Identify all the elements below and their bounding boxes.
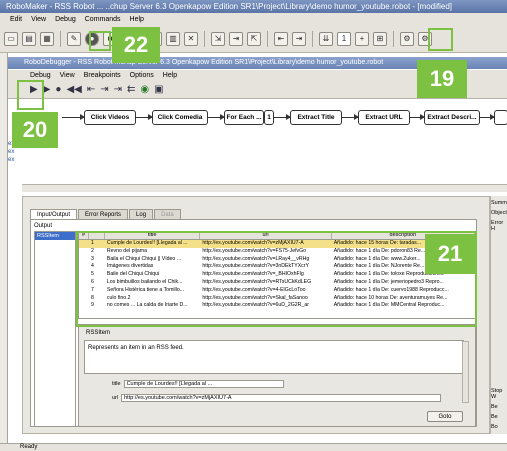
- field-name: url: [112, 395, 119, 401]
- field-row-url: url http://es.youtube.com/watch?v=zMjAXI…: [112, 394, 442, 402]
- right-panel-label: Error H: [491, 220, 504, 232]
- dbg-menu-view[interactable]: View: [60, 72, 75, 79]
- flow-scrollbar[interactable]: [22, 184, 507, 192]
- tab-data[interactable]: Data: [154, 209, 181, 219]
- menu-edit[interactable]: Edit: [10, 16, 22, 23]
- tab-error-reports[interactable]: Error Reports: [78, 209, 129, 219]
- detail-label: RSSItem: [86, 330, 111, 336]
- highlight-box-21: [76, 231, 477, 327]
- flow-step-click-comedia[interactable]: Click Comedia: [152, 110, 208, 125]
- goto-button[interactable]: Goto: [427, 411, 463, 422]
- right-panel-label: Summ: [491, 200, 507, 206]
- left-link[interactable]: ex: [8, 148, 22, 156]
- callout-20: 20: [12, 112, 58, 148]
- output-list-item[interactable]: RSSItem: [35, 232, 75, 240]
- output-tabs: Input/Output Error Reports Log Data: [30, 209, 182, 219]
- flow-step-extract-title[interactable]: Extract Title: [290, 110, 342, 125]
- iteration-field[interactable]: 1: [337, 31, 351, 46]
- menu-debug[interactable]: Debug: [55, 16, 76, 23]
- flow-step-click-videos[interactable]: Click Videos: [84, 110, 136, 125]
- tab-input-output[interactable]: Input/Output: [30, 209, 78, 219]
- flow-arrow: [208, 114, 225, 120]
- globe-icon[interactable]: ◉: [140, 84, 149, 95]
- step-over-icon[interactable]: ⇥: [229, 31, 243, 46]
- main-menubar: Edit View Debug Commands Help: [0, 13, 507, 25]
- paste-icon[interactable]: ▥: [166, 31, 180, 46]
- edit-icon[interactable]: ✎: [67, 31, 81, 46]
- left-strip: [0, 53, 8, 443]
- toolbar-separator: [204, 30, 205, 47]
- next-icon[interactable]: ⇥: [292, 31, 306, 46]
- flow-step-for-each[interactable]: For Each ...: [224, 110, 264, 125]
- flow-arrow: [410, 114, 425, 120]
- step-back-icon[interactable]: ⇤: [87, 84, 95, 95]
- break-icon[interactable]: ⊞: [373, 31, 387, 46]
- toolbar-separator: [312, 30, 313, 47]
- dbg-menu-debug[interactable]: Debug: [30, 72, 51, 79]
- detail-description: Represents an item in an RSS feed.: [84, 340, 464, 374]
- right-panel-checkbox[interactable]: Bo: [491, 424, 507, 430]
- left-link[interactable]: ex: [8, 156, 22, 164]
- dbg-menu-options[interactable]: Options: [130, 72, 154, 79]
- debug-icon[interactable]: ⚙: [400, 31, 414, 46]
- right-panel-checkbox[interactable]: Be: [491, 404, 507, 410]
- output-label: Output: [34, 223, 53, 229]
- flow-arrow: [274, 114, 291, 120]
- status-bar: Ready: [0, 443, 507, 451]
- add-icon[interactable]: +: [355, 31, 369, 46]
- window-title: RoboMaker - RSS Robot ... ..chup Server …: [0, 0, 507, 13]
- open-icon[interactable]: ▤: [22, 31, 36, 46]
- highlight-box-19: [428, 28, 453, 51]
- save-icon[interactable]: ▦: [40, 31, 54, 46]
- flow-step-next[interactable]: [494, 110, 507, 125]
- toolbar-separator: [393, 30, 394, 47]
- rewind-icon[interactable]: ◀◀: [66, 84, 81, 95]
- highlight-box-22: [89, 31, 111, 51]
- menu-view[interactable]: View: [31, 16, 46, 23]
- record-icon[interactable]: ●: [55, 84, 61, 95]
- field-value[interactable]: Cumple de Lourdes!! [Llegada al ...: [123, 380, 284, 388]
- detail-scrollbar[interactable]: [462, 341, 469, 403]
- filter-icon[interactable]: ⇊: [319, 31, 333, 46]
- step-forward-icon[interactable]: ⇥: [114, 84, 122, 95]
- step-out-icon[interactable]: ⇱: [247, 31, 261, 46]
- dbg-menu-help[interactable]: Help: [163, 72, 177, 79]
- step-over-icon[interactable]: ⇥: [100, 84, 108, 95]
- prev-icon[interactable]: ⇤: [274, 31, 288, 46]
- flow-arrow: [62, 114, 85, 120]
- toolbar-separator: [60, 30, 61, 47]
- dbg-menu-breakpoints[interactable]: Breakpoints: [84, 72, 121, 79]
- window-icon[interactable]: ▣: [154, 84, 163, 95]
- right-panel-checkbox[interactable]: Be: [491, 414, 507, 420]
- right-panel: Summ Object Error H Stop W Be Be Bo: [490, 196, 507, 434]
- flow-step-extract-url[interactable]: Extract URL: [358, 110, 410, 125]
- flow-arrow: [136, 114, 153, 120]
- right-panel-label: Object: [491, 210, 507, 216]
- field-value[interactable]: http://es.youtube.com/watch?v=zMjAXIU7-A: [121, 394, 442, 402]
- field-row-title: title Cumple de Lourdes!! [Llegada al ..…: [112, 380, 284, 388]
- right-panel-label: Stop W: [491, 388, 503, 400]
- tab-log[interactable]: Log: [129, 209, 154, 219]
- robot-flow: Click Videos Click Comedia For Each ... …: [22, 102, 507, 182]
- highlight-box-20: [17, 80, 44, 110]
- output-list: RSSItem: [34, 231, 76, 427]
- callout-21: 21: [425, 234, 475, 274]
- menu-commands[interactable]: Commands: [85, 16, 121, 23]
- rewind-fast-icon[interactable]: ⇇: [127, 84, 135, 95]
- step-into-icon[interactable]: ⇲: [211, 31, 225, 46]
- flow-arrow: [342, 114, 359, 120]
- callout-19: 19: [417, 60, 467, 98]
- toolbar-separator: [267, 30, 268, 47]
- callout-22: 22: [112, 27, 160, 63]
- new-icon[interactable]: ▭: [4, 31, 18, 46]
- menu-help[interactable]: Help: [130, 16, 144, 23]
- flow-step-extract-description[interactable]: Extract Descri...: [424, 110, 480, 125]
- field-name: title: [112, 381, 121, 387]
- delete-icon[interactable]: ✕: [184, 31, 198, 46]
- flow-arrow: [480, 114, 495, 120]
- for-each-index[interactable]: 1: [264, 110, 274, 125]
